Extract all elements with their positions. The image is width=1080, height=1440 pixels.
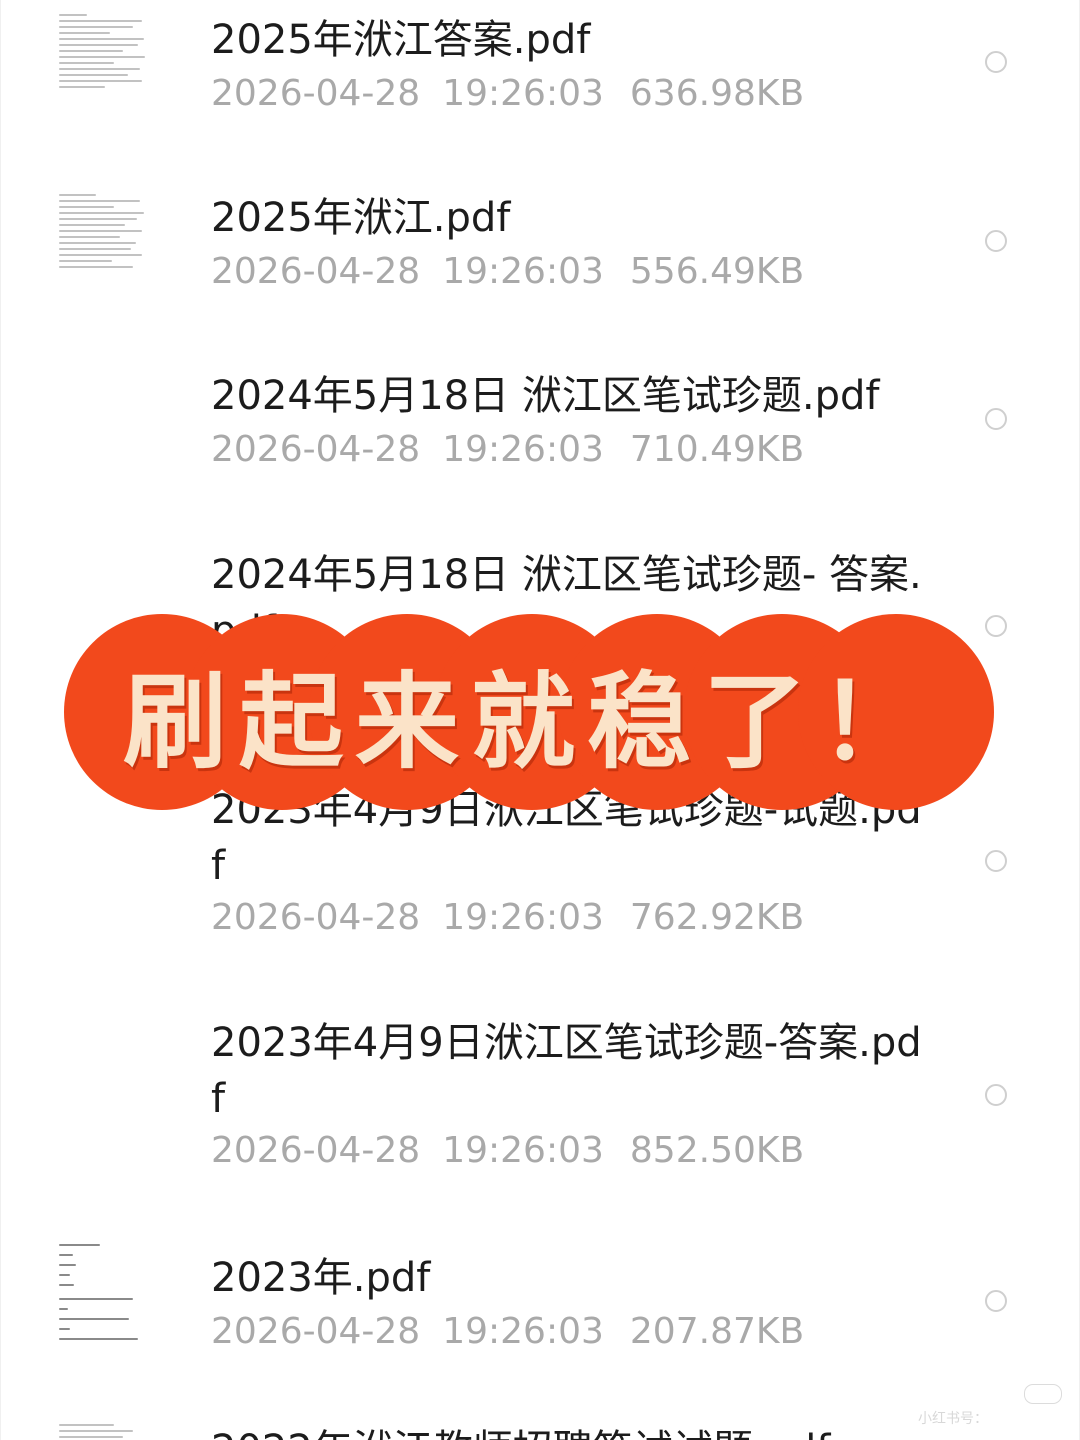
file-time: 19:26:03 xyxy=(442,1311,604,1352)
select-radio[interactable] xyxy=(985,1290,1007,1312)
file-size: 207.87KB xyxy=(629,1311,805,1352)
file-meta: 2026-04-28 19:26:03 636.98KB xyxy=(211,72,804,116)
file-row[interactable]: 2023年.pdf 2026-04-28 19:26:03 207.87KB xyxy=(1,1230,1080,1390)
file-row[interactable]: 2023年4月9日洑江区笔试珍题-答案.pdf 2026-04-28 19:26:… xyxy=(1,1015,1080,1185)
file-size: 710.49KB xyxy=(629,429,805,470)
select-radio[interactable] xyxy=(985,408,1007,430)
file-name[interactable]: 2025年洑江答案.pdf xyxy=(211,12,931,68)
file-name[interactable]: 2022年洑江教师招聘笔试试题.pdf xyxy=(211,1422,931,1440)
file-name[interactable]: 2023年4月9日洑江区笔试珍题-答案.pdf xyxy=(211,1015,931,1127)
file-time: 19:26:03 xyxy=(442,429,604,470)
watermark-logo xyxy=(1024,1384,1062,1404)
file-meta: 2026-04-28 19:26:03 852.50KB xyxy=(211,1129,804,1173)
pdf-thumbnail xyxy=(59,194,151,302)
file-name[interactable]: 2023年.pdf xyxy=(211,1250,931,1306)
file-date: 2026-04-28 xyxy=(211,897,421,938)
file-name[interactable]: 2025年洑江.pdf xyxy=(211,190,931,246)
file-size: 556.49KB xyxy=(629,251,805,292)
select-radio[interactable] xyxy=(985,230,1007,252)
file-size: 762.92KB xyxy=(629,897,805,938)
select-radio[interactable] xyxy=(985,51,1007,73)
file-time: 19:26:03 xyxy=(442,1130,604,1171)
pdf-thumbnail xyxy=(59,14,151,122)
file-meta: 2026-04-28 19:26:03 710.49KB xyxy=(211,428,804,472)
select-radio[interactable] xyxy=(985,850,1007,872)
file-row[interactable]: 2024年5月18日 洑江区笔试珍题.pdf 2026-04-28 19:26:0… xyxy=(1,360,1080,530)
file-meta: 2026-04-28 19:26:03 556.49KB xyxy=(211,250,804,294)
file-size: 636.98KB xyxy=(629,73,805,114)
file-date: 2026-04-28 xyxy=(211,1311,421,1352)
file-time: 19:26:03 xyxy=(442,251,604,292)
file-row[interactable]: 2025年洑江.pdf 2026-04-28 19:26:03 556.49KB xyxy=(1,180,1080,350)
promo-banner: 刷起来就稳了！ xyxy=(64,614,994,810)
file-date: 2026-04-28 xyxy=(211,251,421,292)
file-time: 19:26:03 xyxy=(442,73,604,114)
file-size: 852.50KB xyxy=(629,1130,805,1171)
file-name[interactable]: 2024年5月18日 洑江区笔试珍题.pdf xyxy=(211,368,931,424)
file-meta: 2026-04-28 19:26:03 762.92KB xyxy=(211,896,804,940)
file-date: 2026-04-28 xyxy=(211,73,421,114)
watermark-text: 小红书号： xyxy=(918,1411,988,1427)
file-row[interactable]: 2025年洑江答案.pdf 2026-04-28 19:26:03 636.98KB xyxy=(1,0,1080,170)
file-date: 2026-04-28 xyxy=(211,429,421,470)
pdf-thumbnail xyxy=(59,1244,151,1362)
file-meta: 2026-04-28 19:26:03 207.87KB xyxy=(211,1310,804,1354)
file-time: 19:26:03 xyxy=(442,897,604,938)
select-radio[interactable] xyxy=(985,1084,1007,1106)
file-date: 2026-04-28 xyxy=(211,1130,421,1171)
pdf-thumbnail xyxy=(59,1424,151,1440)
banner-text: 刷起来就稳了！ xyxy=(122,659,935,783)
